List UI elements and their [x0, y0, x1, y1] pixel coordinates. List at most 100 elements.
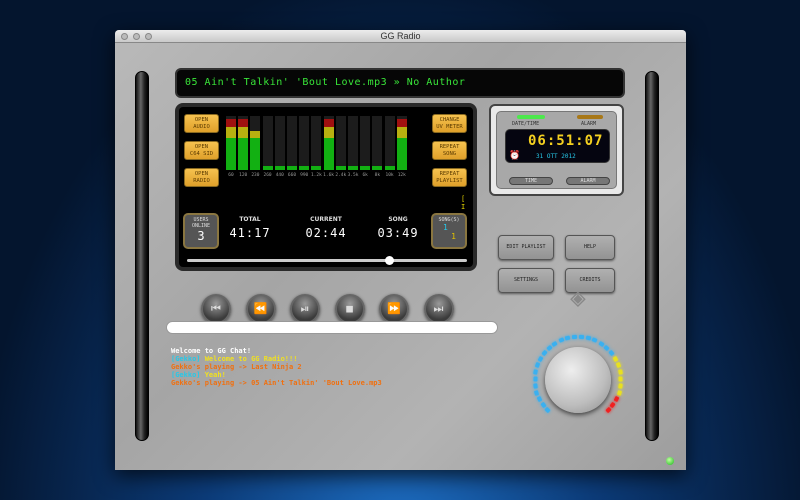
- eq-bar: [396, 116, 407, 170]
- chat-text: [Gekko]: [171, 355, 205, 363]
- close-button[interactable]: [121, 33, 128, 40]
- gg-logo-icon: ◈: [570, 283, 586, 313]
- eq-band-label: 60: [228, 173, 234, 178]
- volume-led: [537, 355, 544, 362]
- datetime-tab[interactable]: DATE/TIME: [512, 121, 539, 127]
- next-track-icon: ⏭: [433, 302, 444, 315]
- eq-band-label: 6k: [362, 173, 368, 178]
- edit-playlist-button[interactable]: EDIT PLAYLIST: [498, 235, 554, 260]
- volume-led: [605, 407, 612, 414]
- volume-led: [615, 362, 622, 369]
- chat-message: [Gekko] Yeah!: [171, 371, 382, 379]
- eq-bar-segment: [311, 165, 322, 170]
- eq-bar-segment: [384, 165, 395, 170]
- next-track-button[interactable]: ⏭: [423, 294, 454, 324]
- chat-log: Welcome to GG Chat! [Gekko] Welcome to GG…: [171, 347, 382, 387]
- app-window: GG Radio 05 Ain't Talkin' 'Bout Love.mp3…: [115, 30, 686, 470]
- rewind-button[interactable]: ⏪: [245, 294, 276, 324]
- left-handle: [135, 71, 149, 441]
- play-pause-icon: ⏯: [300, 302, 310, 315]
- chat-text: Yeah!: [204, 371, 226, 379]
- volume-led: [536, 395, 543, 403]
- volume-led: [534, 389, 540, 396]
- open-audio-button[interactable]: OPEN AUDIO: [184, 114, 219, 133]
- eq-bar-segment: [226, 118, 236, 127]
- uv-meter: 60 120 230 260 440 660 990 1.2k 1.6k 2.4k 3.5k 6k 8k…: [226, 116, 416, 180]
- volume-led: [541, 349, 548, 357]
- users-online-label: USERS ONLINE: [191, 217, 211, 229]
- eq-bar-segment: [238, 137, 249, 170]
- eq-band-label: 8k: [374, 173, 381, 178]
- eq-bar-segment: [323, 137, 334, 170]
- window-title: GG Radio: [380, 31, 421, 41]
- minimize-button[interactable]: [133, 33, 140, 40]
- seek-slider[interactable]: [187, 256, 467, 265]
- repeat-song-button[interactable]: REPEAT SONG: [432, 141, 467, 160]
- eq-bar: [226, 116, 236, 170]
- now-playing-display: 05 Ain't Talkin' 'Bout Love.mp3 » No Aut…: [175, 68, 625, 98]
- eq-bar: [360, 116, 371, 170]
- volume-led: [613, 395, 620, 403]
- open-c64-sid-button[interactable]: OPEN C64 SID: [184, 141, 219, 160]
- alarm-tab[interactable]: ALARM: [581, 121, 596, 127]
- chat-text: Welcome to GG Radio!!!: [204, 355, 298, 363]
- eq-bar-segment: [323, 118, 334, 127]
- volume-led: [534, 362, 541, 369]
- seek-handle[interactable]: [384, 256, 394, 265]
- chat-message: Gekko's playing -> Last Ninja 2: [171, 363, 382, 371]
- volume-led: [546, 344, 553, 352]
- repeat-playlist-button[interactable]: REPEAT PLAYLIST: [432, 168, 467, 187]
- chat-text: Gekko's playing -> Last Ninja 2: [171, 363, 302, 371]
- clock-time: 06:51:07: [528, 133, 604, 149]
- stop-icon: ■: [346, 302, 353, 315]
- chat-input[interactable]: [166, 321, 498, 334]
- eq-bar-segment: [250, 137, 261, 170]
- chat-text: [Gekko]: [171, 371, 205, 379]
- eq-bar-segment: [360, 165, 371, 170]
- volume-led: [591, 337, 599, 344]
- eq-bar-segment: [396, 118, 407, 127]
- eq-bar-segment: [274, 165, 285, 170]
- song-label: SONG: [388, 216, 408, 223]
- chat-message: Welcome to GG Chat!: [171, 347, 382, 355]
- eq-bar-segment: [396, 126, 407, 138]
- clock-date: 31 OTT 2012: [536, 153, 576, 160]
- buffer-indicator: [ I: [461, 195, 466, 211]
- eq-bar-segment: [226, 137, 236, 170]
- fast-forward-button[interactable]: ⏩: [379, 294, 409, 324]
- users-online-count: 3: [197, 229, 205, 243]
- help-button[interactable]: HELP: [565, 235, 615, 260]
- songs-box: SONG(S) 1 1: [431, 213, 467, 249]
- change-uv-meter-button[interactable]: CHANGE UV METER: [432, 114, 467, 133]
- fast-forward-icon: ⏩: [387, 302, 401, 315]
- volume-knob[interactable]: [545, 347, 611, 413]
- volume-led: [571, 334, 578, 340]
- status-led: [666, 457, 674, 465]
- eq-bar: [311, 116, 322, 170]
- volume-led: [612, 355, 619, 362]
- volume-led: [564, 335, 571, 341]
- songs-current: 1: [443, 223, 448, 232]
- rewind-icon: ⏪: [253, 302, 268, 315]
- eq-band-label: 230: [251, 173, 260, 178]
- right-handle: [645, 71, 659, 441]
- stop-button[interactable]: ■: [334, 294, 365, 324]
- alarm-button[interactable]: ALARM: [566, 177, 610, 185]
- eq-band-label: 2.4k: [335, 173, 347, 178]
- clock-panel: DATE/TIME ALARM 06:51:07 ⏰ 31 OTT 2012 T…: [489, 104, 624, 196]
- time-button[interactable]: TIME: [509, 177, 553, 185]
- eq-bar-segment: [348, 165, 358, 170]
- eq-bar-segment: [335, 165, 346, 170]
- alarm-indicator: [577, 115, 603, 119]
- volume-led: [578, 334, 585, 340]
- eq-bar: [384, 116, 395, 170]
- open-radio-button[interactable]: OPEN RADIO: [184, 168, 219, 187]
- settings-button[interactable]: SETTINGS: [498, 268, 554, 293]
- eq-bar-segment: [323, 126, 334, 138]
- zoom-button[interactable]: [145, 33, 152, 40]
- total-label: TOTAL: [239, 216, 261, 223]
- play-pause-button[interactable]: ⏯: [290, 294, 320, 324]
- eq-band-label: 120: [239, 173, 248, 178]
- eq-bar: [348, 116, 358, 170]
- previous-track-button[interactable]: ⏮: [201, 294, 231, 324]
